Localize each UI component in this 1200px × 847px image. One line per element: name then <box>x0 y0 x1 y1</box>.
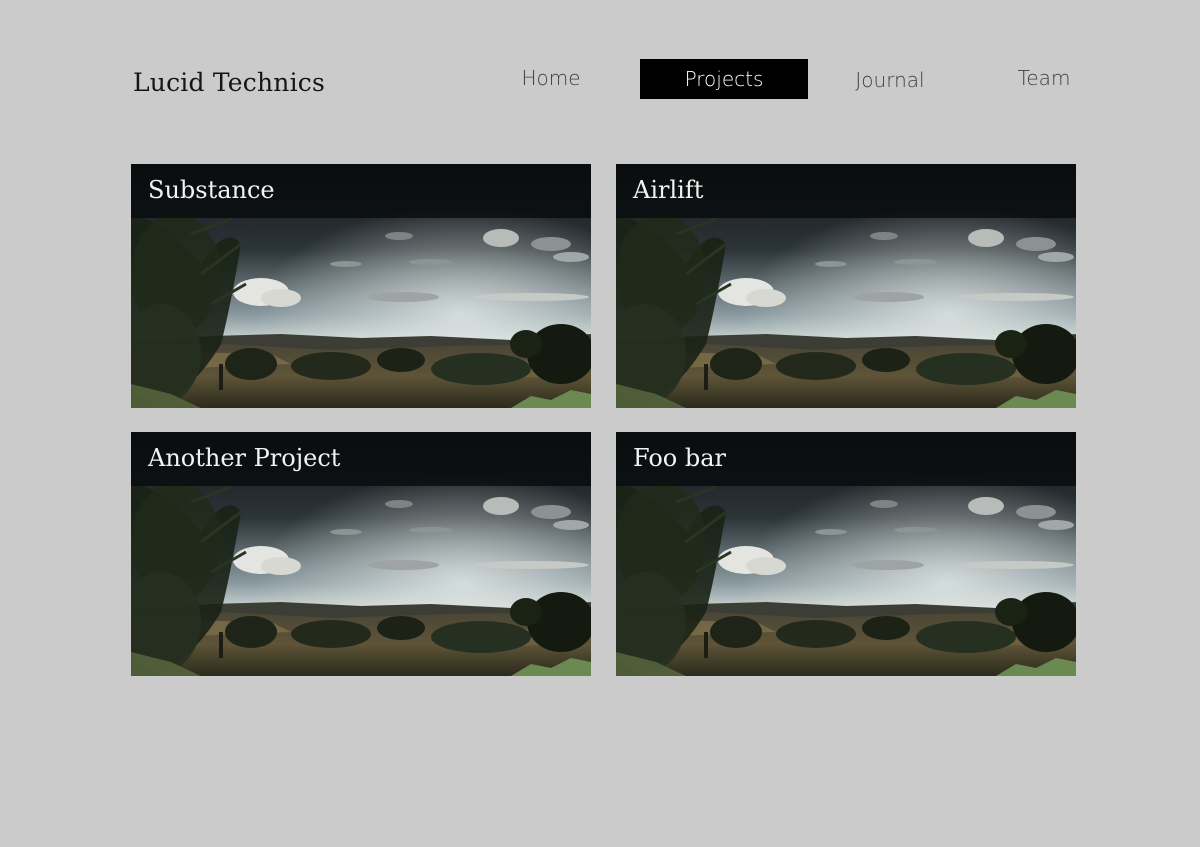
project-title: Substance <box>148 176 275 204</box>
project-title: Foo bar <box>633 444 727 472</box>
nav-projects[interactable]: Projects <box>640 59 808 99</box>
project-title: Airlift <box>633 176 704 204</box>
project-tile-another-project[interactable]: Another Project <box>131 432 591 676</box>
project-tile-foo-bar[interactable]: Foo bar <box>616 432 1076 676</box>
project-tile-airlift[interactable]: Airlift <box>616 164 1076 408</box>
project-title: Another Project <box>148 444 341 472</box>
project-tile-substance[interactable]: Substance <box>131 164 591 408</box>
site-logo[interactable]: Lucid Technics <box>133 68 325 97</box>
nav-home[interactable]: Home <box>490 59 612 99</box>
nav-journal[interactable]: Journal <box>812 59 968 99</box>
nav-team[interactable]: Team <box>990 59 1098 99</box>
